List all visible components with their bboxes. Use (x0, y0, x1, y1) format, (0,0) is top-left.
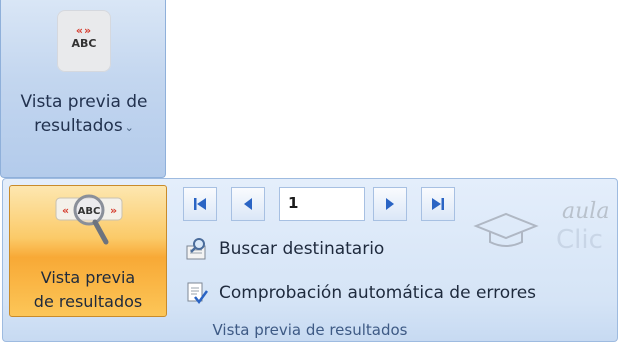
preview-results-collapsed-button[interactable]: «» ABC Vista previa de resultados ⌄ (0, 0, 166, 178)
first-record-button[interactable] (183, 187, 217, 221)
preview-results-button-line2: de resultados (33, 292, 143, 311)
auto-check-errors-label: Comprobación automática de errores (219, 283, 537, 303)
watermark-line2: Clic (556, 225, 603, 255)
chevron-down-icon: ⌄ (124, 121, 134, 134)
auto-check-errors-button[interactable]: Comprobación automática de errores (183, 279, 536, 307)
icon-abc-text: ABC (71, 37, 97, 50)
preview-results-button[interactable]: « » ABC Vista previa de resultados (9, 185, 167, 317)
preview-results-label: Vista previa de resultados ⌄ (1, 90, 167, 140)
magnifier-abc-text: ABC (78, 206, 101, 217)
last-record-button[interactable] (421, 187, 455, 221)
watermark-logo: aula Clic (473, 199, 609, 255)
svg-text:»: » (110, 204, 117, 217)
record-number-input[interactable]: 1 (279, 187, 365, 221)
last-record-icon (432, 198, 444, 210)
preview-results-button-label: Vista previa de resultados (10, 266, 166, 314)
preview-results-label-line1: Vista previa de (20, 92, 148, 112)
check-errors-icon (183, 279, 211, 307)
find-recipient-label: Buscar destinatario (219, 239, 385, 259)
next-record-button[interactable] (373, 187, 407, 221)
preview-results-label-line2: resultados (34, 116, 123, 136)
watermark-line1: aula (562, 199, 609, 224)
preview-results-button-line1: Vista previa (40, 268, 136, 287)
first-record-icon (194, 198, 206, 210)
magnifier-abc-icon: « » ABC (55, 194, 123, 245)
icon-arrows: «» (75, 24, 93, 37)
group-title: Vista previa de resultados (212, 321, 408, 339)
previous-record-icon (244, 198, 252, 210)
preview-results-icon: «» ABC (57, 10, 111, 72)
find-recipient-button[interactable]: Buscar destinatario (183, 235, 384, 263)
find-recipient-icon (183, 235, 211, 263)
previous-record-button[interactable] (231, 187, 265, 221)
next-record-icon (386, 198, 394, 210)
svg-text:«: « (62, 204, 69, 217)
